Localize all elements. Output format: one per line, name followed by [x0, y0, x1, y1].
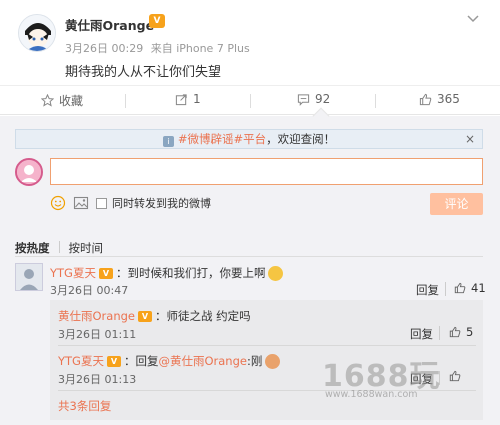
divider — [250, 94, 251, 108]
info-icon: i — [162, 136, 174, 147]
comment-count: 92 — [315, 92, 331, 106]
post-date[interactable]: 3月26日 00:29 — [65, 42, 143, 55]
emoji-icon[interactable] — [50, 195, 66, 211]
sort-tabs: 按热度 按时间 — [15, 240, 103, 256]
comment-button[interactable]: 92 — [297, 92, 330, 106]
sub-comment-text-prefix: ：回复 — [123, 354, 159, 368]
like-count: 365 — [437, 92, 460, 106]
author-name[interactable]: 黄仕雨Orange — [65, 15, 154, 34]
cat-emoji-icon — [268, 265, 284, 281]
chevron-down-icon[interactable] — [466, 14, 480, 24]
divider — [15, 256, 483, 257]
thumbs-up-icon — [449, 326, 461, 338]
vip-badge-icon: V — [98, 267, 113, 279]
post-meta: 3月26日 00:29 来自 iPhone 7 Plus — [65, 40, 254, 56]
divider — [58, 241, 60, 253]
post-text: 期待我的人从不让你们失望 — [65, 65, 222, 80]
thumbs-up-icon — [419, 93, 432, 105]
face-emoji-icon — [265, 353, 281, 369]
commenter-avatar[interactable] — [15, 263, 43, 291]
commenter-name[interactable]: YTG夏天 — [50, 265, 96, 281]
forward-checkbox[interactable] — [96, 197, 107, 209]
thumbs-up-icon — [454, 282, 466, 294]
post-action-bar: 收藏 1 92 365 — [0, 85, 500, 115]
divider — [445, 282, 446, 296]
sub-comment-like-button[interactable]: 5 — [449, 325, 473, 339]
submit-comment-button[interactable]: 评论 — [430, 193, 483, 215]
comment-input[interactable] — [50, 158, 483, 185]
sort-by-hot-tab[interactable]: 按热度 — [15, 240, 50, 256]
comment-like-count: 41 — [471, 281, 486, 295]
rumor-notice-bar: i #微博辟谣#平台，欢迎查阅！ × — [15, 129, 483, 149]
divider — [439, 326, 440, 340]
watermark-url: www.1688wan.com — [325, 389, 418, 400]
sub-reply-button[interactable]: 回复 — [410, 326, 433, 342]
sort-by-time-tab[interactable]: 按时间 — [69, 240, 104, 256]
vip-badge-icon: V — [106, 355, 121, 367]
favorite-button[interactable]: 收藏 — [41, 92, 83, 109]
sub-commenter-name[interactable]: 黄仕雨Orange — [58, 308, 135, 324]
notice-topic-link[interactable]: #微博辟谣#平台 — [178, 132, 266, 146]
sub-commenter-name[interactable]: YTG夏天 — [58, 353, 104, 369]
comment-like-button[interactable]: 41 — [454, 281, 486, 295]
forward-checkbox-label: 同时转发到我的微博 — [112, 197, 211, 210]
vip-badge-icon: V — [149, 14, 165, 28]
notice-text: ，欢迎查阅！ — [266, 132, 336, 146]
comment-text: ：到时候和我们打，你要上啊 — [115, 266, 266, 280]
divider — [58, 345, 476, 346]
sub-comment-time: 3月26日 01:11 — [58, 328, 137, 341]
like-button[interactable]: 365 — [419, 92, 460, 106]
sub-comment-line: 黄仕雨Orange V ：师徒之战 约定吗 — [58, 308, 251, 324]
divider — [125, 94, 126, 108]
mention-link[interactable]: @黄仕雨Orange — [158, 353, 247, 369]
close-icon[interactable]: × — [465, 130, 475, 148]
sub-comment-like-button[interactable] — [449, 370, 466, 382]
forward-button[interactable]: 1 — [175, 92, 201, 106]
author-avatar[interactable] — [18, 14, 56, 52]
view-all-replies-link[interactable]: 共3条回复 — [58, 398, 111, 414]
sub-comment-time: 3月26日 01:13 — [58, 373, 137, 386]
thumbs-up-icon — [449, 370, 461, 382]
star-icon — [41, 94, 54, 107]
my-avatar — [15, 158, 43, 186]
forward-count: 1 — [193, 92, 201, 106]
post-source: 来自 iPhone 7 Plus — [150, 42, 250, 55]
comment-time: 3月26日 00:47 — [50, 284, 129, 297]
image-icon[interactable] — [73, 195, 89, 211]
sub-comment-line: YTG夏天 V ：回复 @黄仕雨Orange :刚 — [58, 353, 281, 369]
sub-comment-text-suffix: :刚 — [246, 354, 263, 368]
favorite-label: 收藏 — [59, 94, 84, 108]
divider — [375, 94, 376, 108]
sub-comment-text: ：师徒之战 约定吗 — [155, 309, 251, 323]
comment-icon — [297, 93, 310, 106]
vip-badge-icon: V — [138, 310, 152, 322]
weibo-post: 黄仕雨Orange V 3月26日 00:29 来自 iPhone 7 Plus… — [0, 0, 500, 88]
sub-comment-like-count: 5 — [466, 325, 474, 339]
composer-tools: 同时转发到我的微博 — [50, 193, 211, 213]
forward-icon — [175, 93, 187, 105]
reply-button[interactable]: 回复 — [416, 282, 439, 298]
comment-line: YTG夏天 V ：到时候和我们打，你要上啊 — [50, 265, 284, 281]
